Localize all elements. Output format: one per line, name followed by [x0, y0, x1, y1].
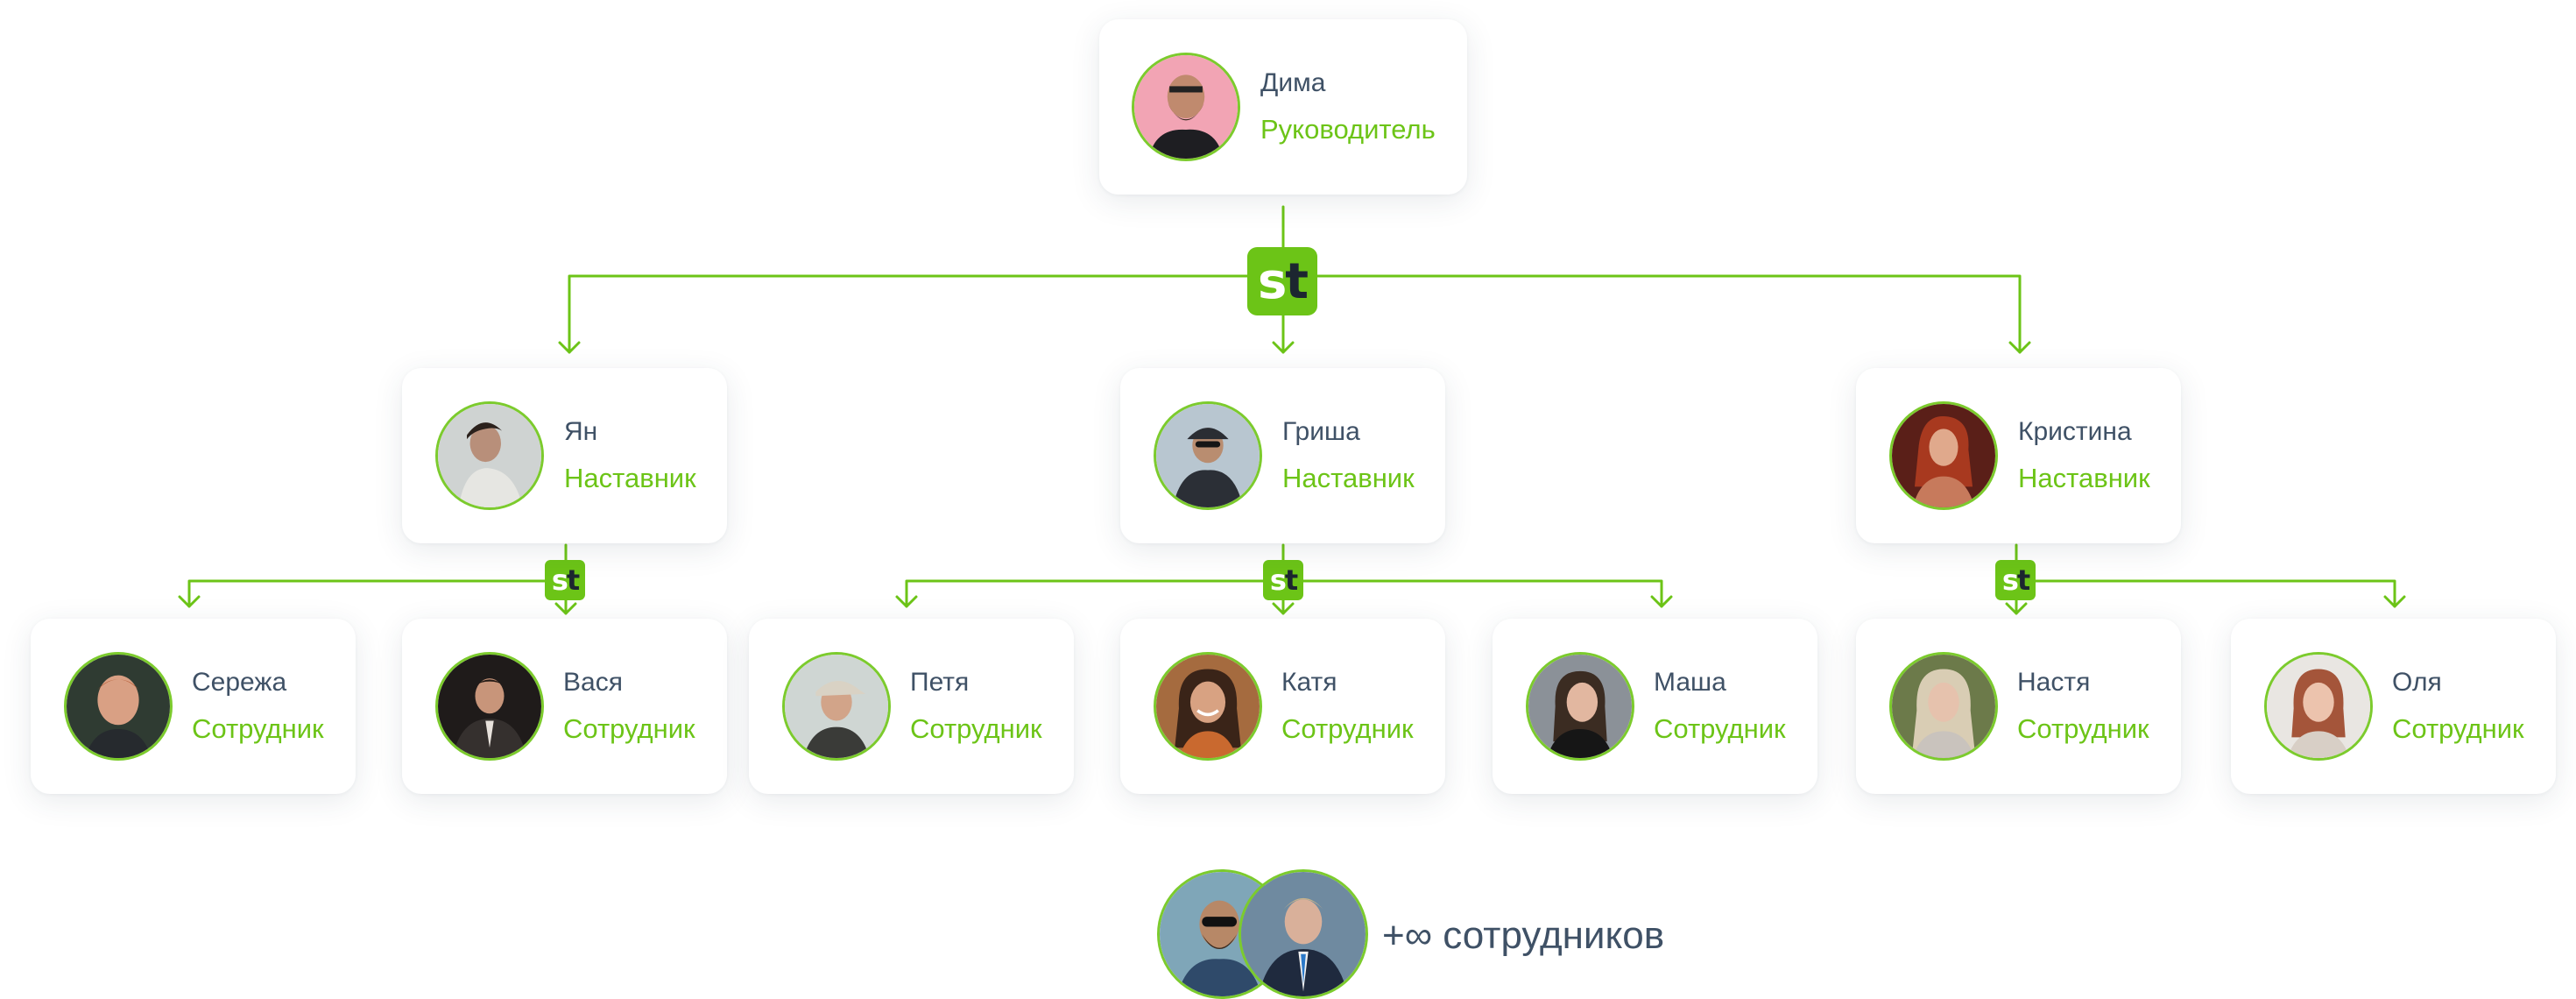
- employee-name: Настя: [2017, 668, 2091, 697]
- card-mentor[interactable]: Гриша Наставник: [1120, 368, 1445, 543]
- mentor-role: Наставник: [1282, 463, 1415, 493]
- avatar-employee: [1526, 652, 1634, 761]
- st-logo-icon: st: [545, 560, 585, 600]
- mentor-role: Наставник: [2018, 463, 2150, 493]
- card-employee[interactable]: Катя Сотрудник: [1120, 619, 1445, 794]
- head-name: Дима: [1260, 68, 1326, 97]
- employee-name: Вася: [563, 668, 623, 697]
- employee-role: Сотрудник: [1654, 713, 1786, 744]
- employee-name: Маша: [1654, 668, 1726, 697]
- card-mentor[interactable]: Кристина Наставник: [1856, 368, 2181, 543]
- mentor-name: Ян: [564, 417, 598, 446]
- connector-head-right: [1281, 274, 2022, 354]
- avatar-mentor: [435, 401, 544, 510]
- st-logo-icon: st: [1995, 560, 2036, 600]
- mentor-name: Гриша: [1282, 417, 1360, 446]
- avatar-mentor: [1154, 401, 1262, 510]
- avatar-mentor: [1889, 401, 1998, 510]
- employee-name: Оля: [2392, 668, 2442, 697]
- employee-role: Сотрудник: [910, 713, 1042, 744]
- employee-role: Сотрудник: [563, 713, 695, 744]
- avatar-employee: [2264, 652, 2373, 761]
- card-employee[interactable]: Вася Сотрудник: [402, 619, 727, 794]
- employee-name: Катя: [1281, 668, 1337, 697]
- card-employee[interactable]: Сережа Сотрудник: [31, 619, 356, 794]
- card-employee[interactable]: Оля Сотрудник: [2231, 619, 2556, 794]
- head-role: Руководитель: [1260, 114, 1436, 145]
- card-employee[interactable]: Настя Сотрудник: [1856, 619, 2181, 794]
- avatar-employee: [782, 652, 891, 761]
- more-employees-label: +∞ сотрудников: [1382, 914, 1665, 957]
- employee-role: Сотрудник: [192, 713, 324, 744]
- connector-mentor3: [2015, 543, 2396, 615]
- card-employee[interactable]: Петя Сотрудник: [749, 619, 1074, 794]
- avatar-employee: [64, 652, 173, 761]
- avatar-head: [1132, 53, 1240, 161]
- card-employee[interactable]: Маша Сотрудник: [1493, 619, 1817, 794]
- employee-name: Сережа: [192, 668, 287, 697]
- employee-role: Сотрудник: [1281, 713, 1414, 744]
- employee-role: Сотрудник: [2392, 713, 2524, 744]
- avatar-employee: [435, 652, 544, 761]
- mentor-name: Кристина: [2018, 417, 2132, 446]
- st-logo-icon: st: [1263, 560, 1303, 600]
- avatar-more-2: [1239, 869, 1368, 999]
- connector-head-left: [568, 274, 1285, 354]
- card-head[interactable]: Дима Руководитель: [1099, 19, 1467, 195]
- st-logo-icon: st: [1247, 247, 1317, 315]
- employee-role: Сотрудник: [2017, 713, 2149, 744]
- employee-name: Петя: [910, 668, 970, 697]
- mentor-role: Наставник: [564, 463, 696, 493]
- avatar-employee: [1154, 652, 1262, 761]
- card-mentor[interactable]: Ян Наставник: [402, 368, 727, 543]
- avatar-employee: [1889, 652, 1998, 761]
- connector-mentor1: [187, 543, 568, 615]
